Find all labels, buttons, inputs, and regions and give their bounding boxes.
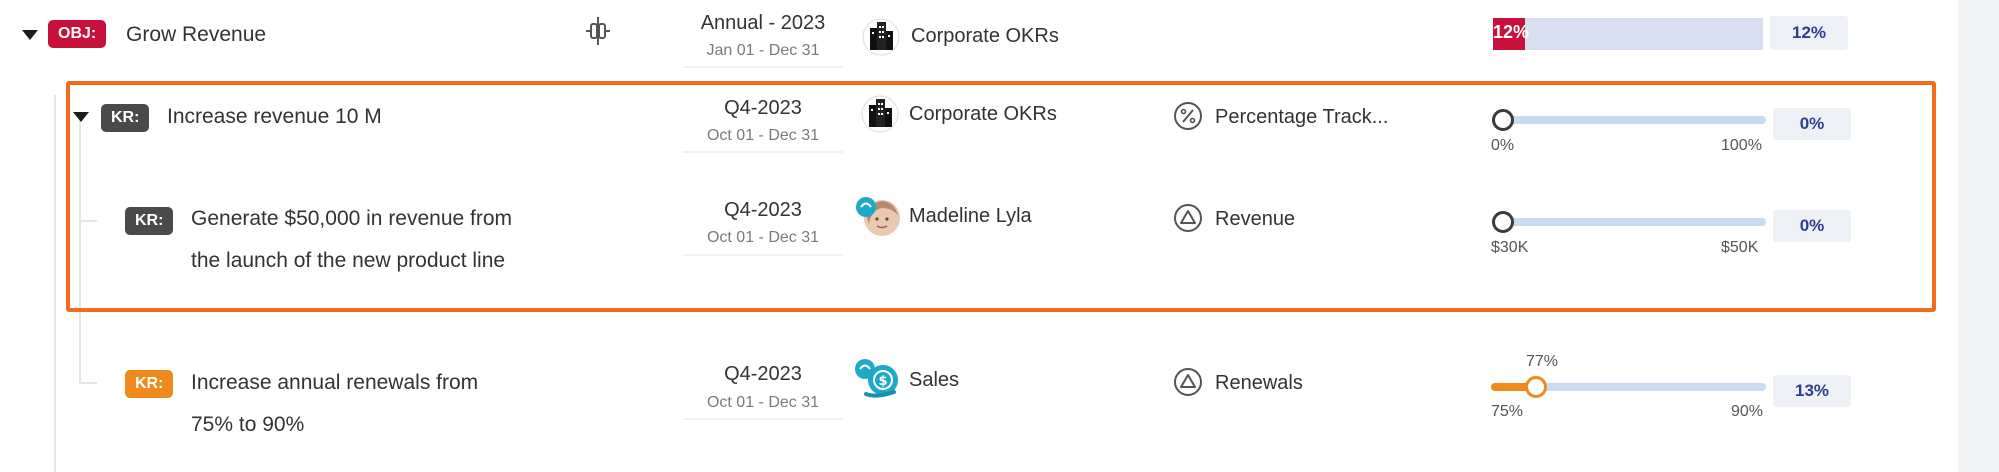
kr-progress-slider[interactable] [1492,211,1514,233]
tree-branch [79,220,97,222]
kr-metric: Percentage Track... [1215,106,1389,128]
corporate-building-icon [862,18,900,56]
objective-date-range: Jan 01 - Dec 31 [706,42,820,59]
kr-progress-percent: 13% [1773,375,1851,407]
objective-progress-bar [1493,18,1763,50]
kr-title-line1[interactable]: Generate $50,000 in revenue from [191,198,512,240]
kr-progress-percent: 0% [1773,108,1851,140]
kr-scale-start: 0% [1491,137,1515,154]
svg-text:$: $ [878,374,887,389]
avatar [856,197,900,236]
objective-progress-label: 12% [1493,22,1530,42]
divider [683,254,843,256]
kr-badge: KR: [125,370,174,398]
kr-title[interactable]: Increase revenue 10 M [167,96,382,138]
objective-badge: OBJ: [48,20,107,48]
kr-date-range: Oct 01 - Dec 31 [706,229,820,246]
kr-progress-track [1503,116,1766,124]
objective-period: Annual - 2023 [700,12,826,34]
kr-progress-track [1503,218,1766,226]
kr-title-line1[interactable]: Increase annual renewals from [191,362,478,404]
kr-metric: Revenue [1215,208,1296,230]
kr-period: Q4-2023 [724,199,802,221]
corporate-building-icon [861,95,899,133]
kr-progress-slider[interactable] [1525,376,1547,398]
kr-title-line2[interactable]: 75% to 90% [191,404,304,446]
divider [683,418,843,420]
kr-progress-percent: 0% [1773,210,1851,242]
percent-icon [1174,102,1202,130]
alignment-icon[interactable] [585,16,611,46]
kr-badge: KR: [101,104,150,132]
sales-team-icon: $ [855,359,898,398]
kr-owner[interactable]: Sales [909,369,959,392]
kr-title-line2[interactable]: the launch of the new product line [191,240,505,282]
kr-current-value: 77% [1526,353,1559,370]
triangle-icon [1174,368,1202,396]
kr-metric: Renewals [1215,372,1303,394]
kr-scale-start: $30K [1491,239,1529,256]
tree-line-main [54,95,56,472]
kr-scale-end: 100% [1721,137,1762,154]
tree-line-sub [79,120,81,382]
objective-owner[interactable]: Corporate OKRs [911,25,1059,48]
kr-date-range: Oct 01 - Dec 31 [706,127,820,144]
kr-scale-start: 75% [1491,403,1524,420]
objective-title[interactable]: Grow Revenue [126,14,266,56]
divider [683,151,843,153]
triangle-icon [1174,204,1202,232]
divider [683,66,843,68]
tree-branch [79,382,97,384]
kr-owner[interactable]: Madeline Lyla [909,205,1032,228]
kr-badge: KR: [125,207,174,235]
collapse-caret-icon[interactable] [73,112,89,122]
kr-period: Q4-2023 [724,363,802,385]
kr-progress-slider[interactable] [1492,109,1514,131]
kr-scale-end: 90% [1731,403,1764,420]
kr-date-range: Oct 01 - Dec 31 [706,394,820,411]
kr-period: Q4-2023 [724,97,802,119]
collapse-caret-icon[interactable] [22,30,38,40]
kr-owner[interactable]: Corporate OKRs [909,103,1057,126]
right-gutter [1958,0,1999,472]
objective-progress-percent: 12% [1770,16,1848,50]
kr-scale-end: $50K [1721,239,1759,256]
